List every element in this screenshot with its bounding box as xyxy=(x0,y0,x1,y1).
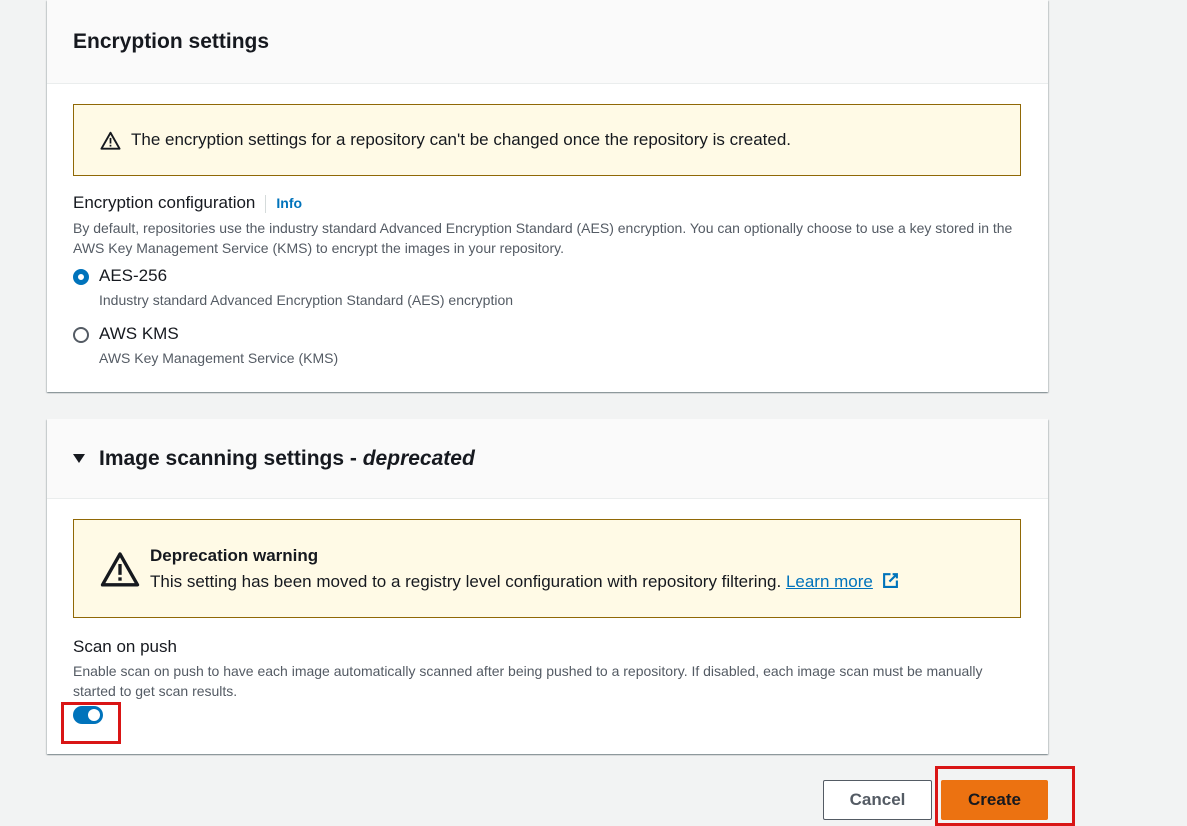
cancel-button[interactable]: Cancel xyxy=(823,780,932,820)
aes256-label: AES-256 xyxy=(99,266,168,285)
aes256-radio[interactable] xyxy=(73,269,89,285)
image-scanning-panel: Image scanning settings - deprecated Dep… xyxy=(47,419,1048,754)
encryption-config-label-row: Encryption configuration Info xyxy=(73,193,302,213)
create-highlight-box xyxy=(935,766,1075,826)
deprecation-warning-text: This setting has been moved to a registr… xyxy=(150,571,782,591)
info-separator xyxy=(265,194,267,213)
kms-label: AWS KMS xyxy=(99,324,179,343)
deprecation-warning-body: This setting has been moved to a registr… xyxy=(150,572,899,592)
scan-on-push-label: Scan on push xyxy=(73,637,177,656)
kms-description: AWS Key Management Service (KMS) xyxy=(99,350,339,366)
kms-radio[interactable] xyxy=(73,327,89,343)
encryption-settings-header: Encryption settings xyxy=(47,0,1048,84)
encryption-config-description: By default, repositories use the industr… xyxy=(73,220,1013,256)
aes256-description: Industry standard Advanced Encryption St… xyxy=(99,292,514,308)
image-scanning-title: Image scanning settings - deprecated xyxy=(99,447,475,471)
warning-icon xyxy=(100,550,140,588)
toggle-highlight-box xyxy=(61,702,121,744)
radio-option-kms[interactable]: AWS KMS AWS Key Management Service (KMS) xyxy=(73,324,338,366)
scan-on-push-description: Enable scan on push to have each image a… xyxy=(73,663,983,699)
deprecation-warning-title: Deprecation warning xyxy=(150,545,319,565)
image-scanning-title-text: Image scanning settings - xyxy=(99,446,363,470)
image-scanning-header[interactable]: Image scanning settings - deprecated xyxy=(47,419,1048,499)
encryption-alert-text: The encryption settings for a repository… xyxy=(131,130,792,149)
warning-icon xyxy=(100,131,121,150)
encryption-settings-title: Encryption settings xyxy=(73,29,270,53)
encryption-settings-panel: Encryption settings The encryption setti… xyxy=(47,0,1048,392)
image-scanning-title-deprecated: deprecated xyxy=(362,446,475,470)
encryption-config-label: Encryption configuration xyxy=(73,193,256,212)
info-link[interactable]: Info xyxy=(276,195,302,211)
deprecation-alert: Deprecation warning This setting has bee… xyxy=(73,519,1021,618)
radio-option-aes256[interactable]: AES-256 Industry standard Advanced Encry… xyxy=(73,266,513,308)
external-link-icon[interactable] xyxy=(882,572,899,589)
caret-down-icon[interactable] xyxy=(73,453,85,464)
encryption-alert: The encryption settings for a repository… xyxy=(73,104,1021,176)
learn-more-link[interactable]: Learn more xyxy=(786,572,873,591)
